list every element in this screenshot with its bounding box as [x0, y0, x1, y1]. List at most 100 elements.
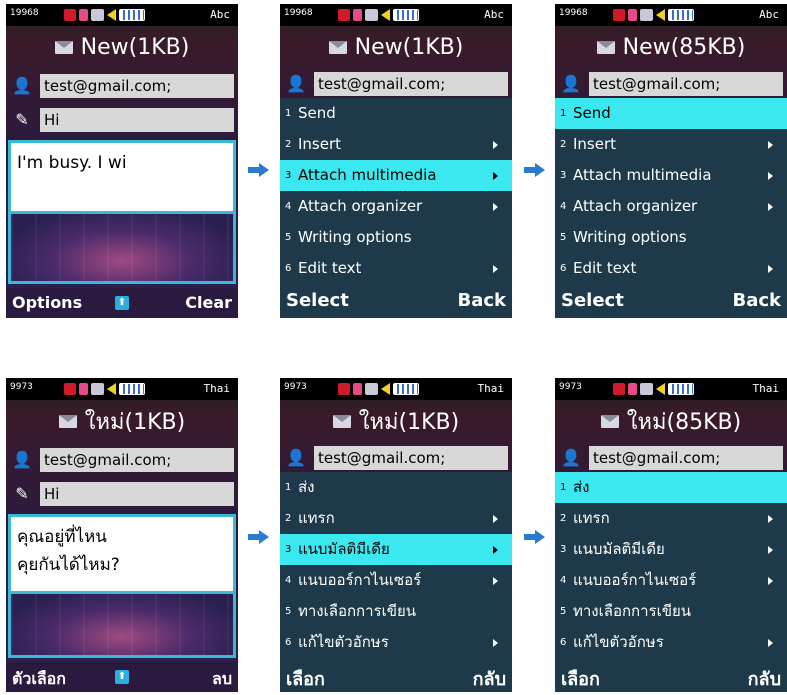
envelope-icon — [54, 40, 73, 54]
menu-item-number: 3 — [560, 170, 567, 181]
submenu-arrow-icon — [768, 141, 773, 149]
options-softkey[interactable]: ตัวเลือก — [12, 667, 66, 692]
softkey-bar: เลือก กลับ — [555, 658, 787, 692]
contact-icon: 👤 — [286, 448, 306, 467]
menu-item-label: Writing options — [573, 228, 687, 246]
menu-item[interactable]: 3 แนบมัลติมีเดีย — [280, 534, 512, 565]
menu-item[interactable]: 6 แก้ไขตัวอักษร — [555, 627, 787, 658]
back-softkey[interactable]: Back — [457, 290, 506, 311]
message-title: ใหม่(1KB) — [6, 400, 238, 442]
menu-item[interactable]: 4 แนบออร์กาไนเซอร์ — [280, 565, 512, 596]
menu-item[interactable]: 1 Send — [555, 98, 787, 129]
submenu-arrow-icon — [493, 265, 498, 273]
subject-field[interactable]: Hi — [40, 482, 234, 506]
menu-item-number: 6 — [560, 263, 567, 274]
signal-readout: 19968 — [10, 8, 39, 18]
input-mode: Thai — [203, 382, 231, 395]
back-softkey[interactable]: กลับ — [473, 664, 506, 692]
menu-item[interactable]: 5 Writing options — [280, 222, 512, 253]
menu-item[interactable]: 6 Edit text — [555, 253, 787, 284]
back-softkey[interactable]: Back — [732, 290, 781, 311]
signal-readout: 9973 — [559, 382, 582, 392]
menu-item-number: 2 — [560, 513, 567, 524]
volume-icon — [656, 383, 665, 395]
submenu-arrow-icon — [493, 639, 498, 647]
battery-icon — [353, 383, 362, 395]
flow-arrow-icon — [248, 163, 270, 177]
menu-item-number: 2 — [285, 513, 292, 524]
options-menu: 1 ส่ง 2 แทรก 3 แนบมัลติมีเดีย 4 แนบออร์กาไนเซอร… — [555, 472, 787, 658]
options-menu: 1 Send 2 Insert 3 Attach multimedia 4 Attach or… — [555, 98, 787, 284]
menu-item[interactable]: 2 Insert — [280, 129, 512, 160]
menu-item[interactable]: 5 ทางเลือกการเขียน — [555, 596, 787, 627]
options-menu: 1 ส่ง 2 แทรก 3 แนบมัลติมีเดีย 4 แนบออร์กาไนเซอร… — [280, 472, 512, 658]
compose-screen-thai: 9973 Thai ใหม่(1KB) 👤 test@gmail.com; ✎ … — [6, 378, 238, 692]
flow-arrow-icon — [248, 530, 270, 544]
menu-item[interactable]: 2 แทรก — [280, 503, 512, 534]
menu-item[interactable]: 6 แก้ไขตัวอักษร — [280, 627, 512, 658]
menu-item[interactable]: 3 Attach multimedia — [555, 160, 787, 191]
wallpaper-area — [8, 594, 236, 658]
clear-softkey[interactable]: Clear — [185, 293, 232, 312]
delete-softkey[interactable]: ลบ — [212, 667, 232, 692]
subject-icon: ✎ — [15, 484, 29, 503]
menu-item[interactable]: 1 ส่ง — [280, 472, 512, 503]
menu-item[interactable]: 4 Attach organizer — [280, 191, 512, 222]
flow-arrow-icon — [524, 163, 546, 177]
options-menu-screen-thai: 9973 Thai ใหม่(1KB) 👤 test@gmail.com; 1ส… — [280, 378, 512, 692]
select-softkey[interactable]: เลือก — [286, 664, 325, 692]
to-field-row[interactable]: 👤 test@gmail.com; — [6, 446, 238, 474]
volume-icon — [107, 383, 116, 395]
submenu-arrow-icon — [493, 546, 498, 554]
status-bar: 9973 Thai — [280, 378, 512, 400]
compose-screen-english: 19968 Abc New(1KB) 👤 test@gmail.com; ✎ H… — [6, 4, 238, 318]
subject-field[interactable]: Hi — [40, 108, 234, 132]
menu-item-number: 2 — [560, 139, 567, 150]
input-mode: Thai — [752, 382, 780, 395]
menu-item-number: 5 — [285, 232, 292, 243]
submenu-arrow-icon — [768, 546, 773, 554]
options-softkey[interactable]: Options — [12, 293, 82, 312]
contact-icon: 👤 — [561, 448, 581, 467]
to-field[interactable]: test@gmail.com; — [40, 74, 234, 98]
menu-item[interactable]: 4 แนบออร์กาไนเซอร์ — [555, 565, 787, 596]
menu-item[interactable]: 5 Writing options — [555, 222, 787, 253]
message-icon — [640, 9, 653, 21]
menu-item[interactable]: 1 Send — [280, 98, 512, 129]
menu-item[interactable]: 6 Edit text — [280, 253, 512, 284]
subject-field-row[interactable]: ✎ Hi — [6, 480, 238, 508]
to-field-row[interactable]: 👤 test@gmail.com; — [6, 72, 238, 100]
center-key-icon[interactable]: ⬆ — [115, 296, 129, 310]
body-line: คุยกันได้ไหม? — [17, 555, 120, 575]
select-softkey[interactable]: Select — [286, 290, 349, 311]
menu-item[interactable]: 4 Attach organizer — [555, 191, 787, 222]
menu-item[interactable]: 3 Attach multimedia — [280, 160, 512, 191]
title-text: New(1KB) — [354, 34, 464, 60]
options-menu-screen-english-attached: 19968 Abc New(85KB) 👤 test@gmail.com; 1S… — [555, 4, 787, 318]
input-mode: Thai — [477, 382, 505, 395]
center-key-icon[interactable]: ⬆ — [115, 670, 129, 684]
flow-arrow-icon — [524, 530, 546, 544]
title-text: New(1KB) — [80, 34, 190, 60]
softkey-bar: Select Back — [280, 284, 512, 318]
signal-bars-icon — [119, 9, 145, 21]
menu-item[interactable]: 1 ส่ง — [555, 472, 787, 503]
to-field[interactable]: test@gmail.com; — [40, 448, 234, 472]
status-bar: 19968 Abc — [6, 4, 238, 26]
back-softkey[interactable]: กลับ — [748, 664, 781, 692]
menu-item[interactable]: 2 แทรก — [555, 503, 787, 534]
message-body[interactable]: I'm busy. I wi — [8, 140, 236, 214]
menu-item-number: 4 — [560, 201, 567, 212]
select-softkey[interactable]: Select — [561, 290, 624, 311]
battery-icon — [628, 383, 637, 395]
menu-item[interactable]: 5 ทางเลือกการเขียน — [280, 596, 512, 627]
select-softkey[interactable]: เลือก — [561, 664, 600, 692]
subject-field-row[interactable]: ✎ Hi — [6, 106, 238, 134]
message-body[interactable]: คุณอยู่ที่ไหน คุยกันได้ไหม? — [8, 514, 236, 594]
menu-item[interactable]: 2 Insert — [555, 129, 787, 160]
menu-item[interactable]: 3 แนบมัลติมีเดีย — [555, 534, 787, 565]
menu-item-label: Insert — [298, 135, 342, 153]
title-text: ใหม่(1KB) — [84, 409, 186, 435]
to-field-row: 👤 test@gmail.com; — [555, 444, 787, 472]
status-icons — [64, 381, 145, 397]
